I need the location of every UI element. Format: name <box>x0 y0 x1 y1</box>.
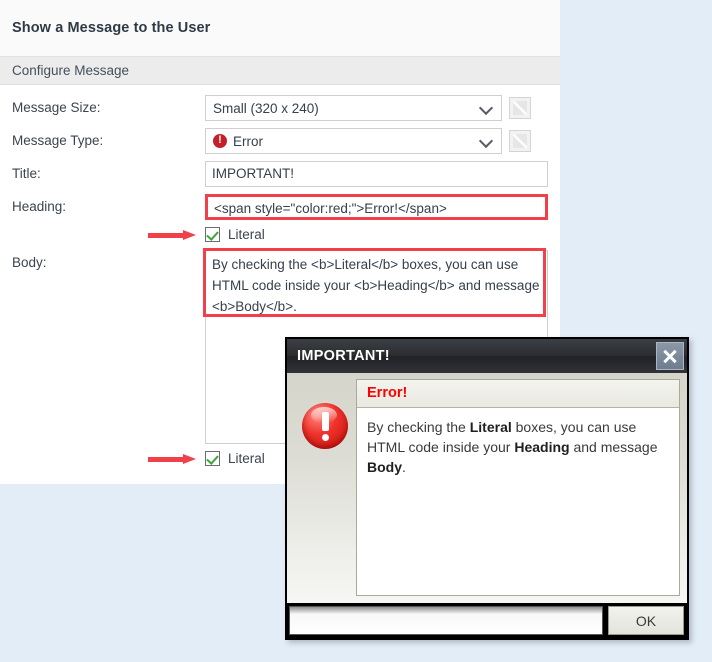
message-size-edit-button[interactable] <box>509 97 531 119</box>
message-preview-dialog: IMPORTANT! Error! By checking the Litera… <box>285 337 689 640</box>
form-row-message-type: Message Type: Error <box>0 128 560 154</box>
dialog-message-text-run: . <box>402 459 406 475</box>
dialog-heading-bar: Error! <box>357 380 679 408</box>
heading-label: Heading: <box>12 199 67 214</box>
chevron-down-icon <box>481 102 493 114</box>
title-input[interactable]: IMPORTANT! <box>205 161 548 187</box>
message-type-field-wrap: Error <box>205 128 531 154</box>
section-header-configure-message: Configure Message <box>0 57 560 85</box>
dialog-message-text-run: and message <box>569 439 658 455</box>
red-arrow-pointer-icon <box>148 229 196 240</box>
form-row-heading: Heading: <span style="color:red;">Error!… <box>0 194 560 220</box>
message-size-selected-value: Small (320 x 240) <box>213 100 319 116</box>
heading-literal-checkbox-row: Literal <box>0 227 560 242</box>
body-literal-checkbox[interactable] <box>205 451 220 466</box>
message-size-label: Message Size: <box>12 100 101 115</box>
form-row-title: Title: IMPORTANT! <box>0 161 560 187</box>
error-exclamation-icon <box>302 403 348 449</box>
section-header-label: Configure Message <box>12 63 130 78</box>
message-size-select[interactable]: Small (320 x 240) <box>205 95 502 121</box>
dialog-message-bold-term: Heading <box>514 439 570 455</box>
dialog-message-text-run: By checking the <box>367 419 470 435</box>
red-arrow-pointer-icon <box>148 453 196 464</box>
dialog-heading: Error! <box>367 385 408 401</box>
message-type-selected-value-wrap: Error <box>213 133 481 149</box>
ok-button[interactable]: OK <box>608 606 684 635</box>
dialog-footer-filler <box>289 606 603 635</box>
body-label: Body: <box>12 255 47 270</box>
dialog-titlebar: IMPORTANT! <box>287 339 687 373</box>
heading-literal-checkbox[interactable] <box>205 227 220 242</box>
page-title: Show a Message to the User <box>12 20 211 36</box>
error-circle-icon <box>213 133 227 148</box>
dialog-footer: OK <box>287 603 687 638</box>
message-type-select[interactable]: Error <box>205 128 502 154</box>
form-row-message-size: Message Size: Small (320 x 240) <box>0 95 560 121</box>
dialog-title: IMPORTANT! <box>297 348 390 364</box>
message-type-label: Message Type: <box>12 133 104 148</box>
dialog-body: Error! By checking the Literal boxes, yo… <box>287 373 687 603</box>
dialog-message-bold-term: Body <box>367 459 402 475</box>
heading-literal-label: Literal <box>228 227 265 242</box>
title-label: Title: <box>12 166 41 181</box>
dialog-message-body: By checking the Literal boxes, you can u… <box>357 408 679 486</box>
dialog-icon-column <box>294 379 356 596</box>
dialog-message-bold-term: Literal <box>469 419 512 435</box>
heading-input[interactable]: <span style="color:red;">Error!</span> <box>205 194 548 220</box>
body-literal-label: Literal <box>228 451 265 466</box>
message-type-selected-value: Error <box>233 133 263 149</box>
panel-title-bar: Show a Message to the User <box>0 0 560 57</box>
message-size-field-wrap: Small (320 x 240) <box>205 95 531 121</box>
chevron-down-icon <box>481 135 493 147</box>
close-x-icon[interactable] <box>656 342 684 370</box>
message-type-edit-button[interactable] <box>509 130 531 152</box>
dialog-content-column: Error! By checking the Literal boxes, yo… <box>356 379 680 596</box>
